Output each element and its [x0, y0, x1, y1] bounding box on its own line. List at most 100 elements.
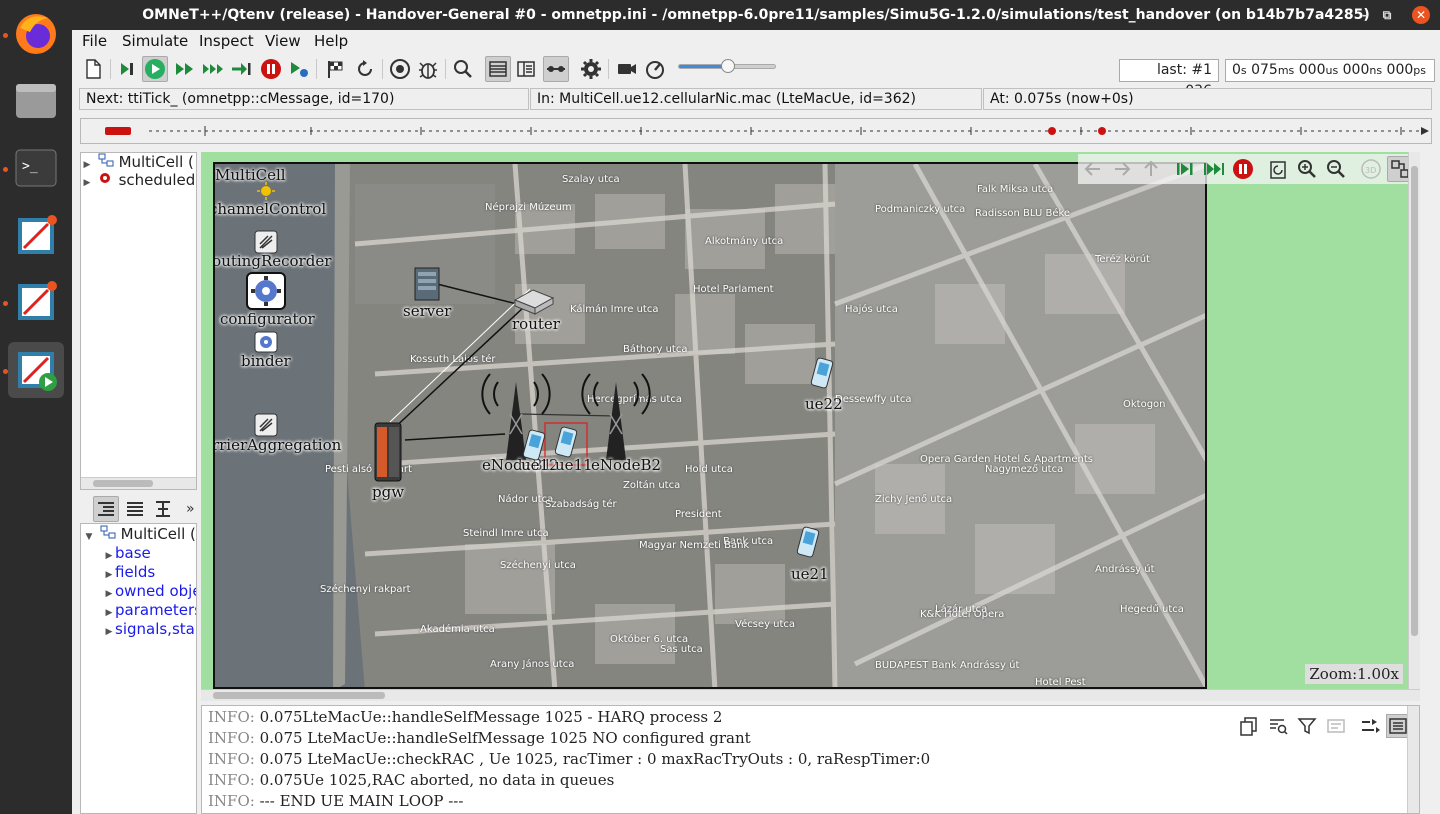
sim-time-display: 0s 075ms 000us 000ns 000ps — [1225, 59, 1435, 82]
play-icon — [145, 59, 165, 79]
canvas-step-button[interactable] — [1172, 156, 1198, 182]
canvas-horizontal-scrollbar[interactable] — [201, 689, 1420, 701]
relayout-button[interactable] — [1265, 156, 1291, 182]
network-icon — [98, 153, 114, 167]
stop-button[interactable] — [258, 56, 284, 82]
configurator-gear-icon[interactable] — [246, 272, 286, 310]
binder-label: binder — [241, 352, 291, 370]
log-vertical-scrollbar[interactable] — [1407, 706, 1419, 813]
arrow-left-icon — [1084, 162, 1100, 176]
tree-horizontal-scrollbar[interactable] — [81, 477, 196, 489]
menubar: File Simulate Inspect View Help — [72, 30, 1440, 52]
more-chevron-icon[interactable]: » — [186, 501, 195, 517]
forward-button[interactable] — [1109, 156, 1135, 182]
terminal-launcher[interactable]: >_ — [8, 140, 64, 196]
find-objects-button[interactable] — [450, 56, 476, 82]
debug-next-event-button[interactable] — [286, 56, 312, 82]
3d-view-button[interactable]: 3D — [1358, 156, 1384, 182]
layout-horizontal-button[interactable] — [485, 56, 511, 82]
network-canvas[interactable]: Szalay utca Alkotmány utca Kálmán Imre u… — [201, 152, 1420, 689]
menu-view[interactable]: View — [265, 32, 301, 50]
router-icon[interactable] — [511, 286, 557, 316]
maximize-button[interactable]: ⧉ — [1378, 6, 1396, 24]
debugger-button[interactable] — [415, 56, 441, 82]
find-in-log-button[interactable] — [1266, 714, 1290, 738]
filter-log-button[interactable] — [1295, 714, 1319, 738]
canvas-fast-run-button[interactable] — [1201, 156, 1227, 182]
log-line: INFO: 0.075 LteMacUe::handleSelfMessage … — [208, 729, 751, 747]
obj-group-base[interactable]: ▶ base — [103, 544, 151, 562]
back-button[interactable] — [1080, 156, 1106, 182]
fast-forward-icon — [176, 63, 193, 75]
obj-root-multicell[interactable]: ▼ MultiCell ( — [83, 525, 196, 543]
finish-simulation-button[interactable] — [322, 56, 348, 82]
firefox-launcher[interactable] — [8, 6, 64, 62]
layout-vertical-button[interactable] — [513, 56, 539, 82]
message-mode-button[interactable] — [1324, 714, 1348, 738]
parent-module-button[interactable] — [1138, 156, 1164, 182]
run-until-button[interactable] — [228, 56, 254, 82]
animation-speed-button[interactable] — [642, 56, 668, 82]
timeline-toggle-button[interactable] — [543, 56, 569, 82]
record-button[interactable] — [387, 56, 413, 82]
tree-item-multicell[interactable]: ▶ MultiCell ( — [81, 153, 194, 171]
close-button[interactable]: ✕ — [1412, 6, 1430, 24]
express-run-button[interactable] — [200, 56, 226, 82]
ue22-phone-icon[interactable] — [809, 357, 835, 389]
ue21-phone-icon[interactable] — [795, 526, 821, 558]
step-button[interactable] — [114, 56, 140, 82]
canvas-vertical-scrollbar[interactable] — [1408, 152, 1420, 689]
relayout-icon — [1270, 161, 1286, 179]
routing-recorder-icon[interactable] — [254, 230, 278, 254]
obj-group-parameters[interactable]: ▶ parameters — [103, 601, 196, 619]
slider-handle[interactable] — [721, 59, 735, 73]
menu-help[interactable]: Help — [314, 32, 348, 50]
step-icon — [121, 63, 133, 75]
animation-speed-slider[interactable] — [678, 59, 776, 73]
log-settings-button[interactable] — [1358, 714, 1382, 738]
carrier-aggregation-icon[interactable] — [254, 413, 278, 437]
gear-icon — [581, 59, 601, 79]
zoom-level-label: Zoom:1.00x — [1305, 664, 1403, 684]
binder-gear-icon[interactable] — [254, 331, 278, 353]
minimize-button[interactable]: – — [1356, 6, 1374, 24]
video-recording-button[interactable] — [614, 56, 640, 82]
files-launcher[interactable] — [8, 72, 64, 128]
obj-group-fields[interactable]: ▶ fields — [103, 563, 156, 581]
inheritance-mode-button[interactable] — [150, 496, 176, 522]
vertical-layout-icon — [517, 61, 535, 77]
obj-group-owned-objects[interactable]: ▶ owned obje — [103, 582, 196, 600]
omnetpp-launcher-1[interactable] — [8, 208, 64, 264]
run-button[interactable] — [142, 56, 168, 82]
qtenv-launcher[interactable] — [8, 342, 64, 398]
collapse-arrow-icon[interactable]: ▼ — [83, 528, 95, 546]
copy-log-button[interactable] — [1237, 714, 1261, 738]
canvas-stop-button[interactable] — [1230, 156, 1256, 182]
zoom-out-button[interactable] — [1323, 156, 1349, 182]
pgw-label: pgw — [372, 483, 405, 501]
object-inspector-panel: ▼ MultiCell ( ▶ base ▶ fields ▶ owned obje … — [80, 523, 197, 814]
menu-inspect[interactable]: Inspect — [199, 32, 254, 50]
zoom-in-button[interactable] — [1294, 156, 1320, 182]
expand-arrow-icon[interactable]: ▶ — [103, 623, 115, 641]
server-icon[interactable] — [411, 266, 443, 302]
sun-icon[interactable] — [257, 182, 275, 200]
pgw-icon[interactable] — [371, 421, 405, 483]
flat-mode-button[interactable] — [122, 496, 148, 522]
rebuild-network-button[interactable] — [352, 56, 378, 82]
menu-simulate[interactable]: Simulate — [122, 32, 188, 50]
omnetpp-launcher-2[interactable] — [8, 274, 64, 330]
new-run-button[interactable] — [80, 56, 106, 82]
tree-item-scheduled[interactable]: ▶ scheduled — [81, 171, 196, 192]
obj-group-signals[interactable]: ▶ signals,sta — [103, 620, 195, 638]
record-icon — [390, 59, 410, 79]
children-mode-button[interactable] — [93, 496, 119, 522]
menu-file[interactable]: File — [82, 32, 107, 50]
expand-arrow-icon[interactable]: ▶ — [81, 174, 93, 192]
preferences-button[interactable] — [578, 56, 604, 82]
ue11-phone-icon[interactable] — [553, 426, 579, 458]
enodeb2-antenna-icon[interactable] — [580, 364, 652, 464]
log-line: INFO: 0.075 LteMacUe::checkRAC , Ue 1025… — [208, 750, 931, 768]
fast-run-button[interactable] — [172, 56, 198, 82]
event-timeline[interactable] — [80, 118, 1432, 144]
